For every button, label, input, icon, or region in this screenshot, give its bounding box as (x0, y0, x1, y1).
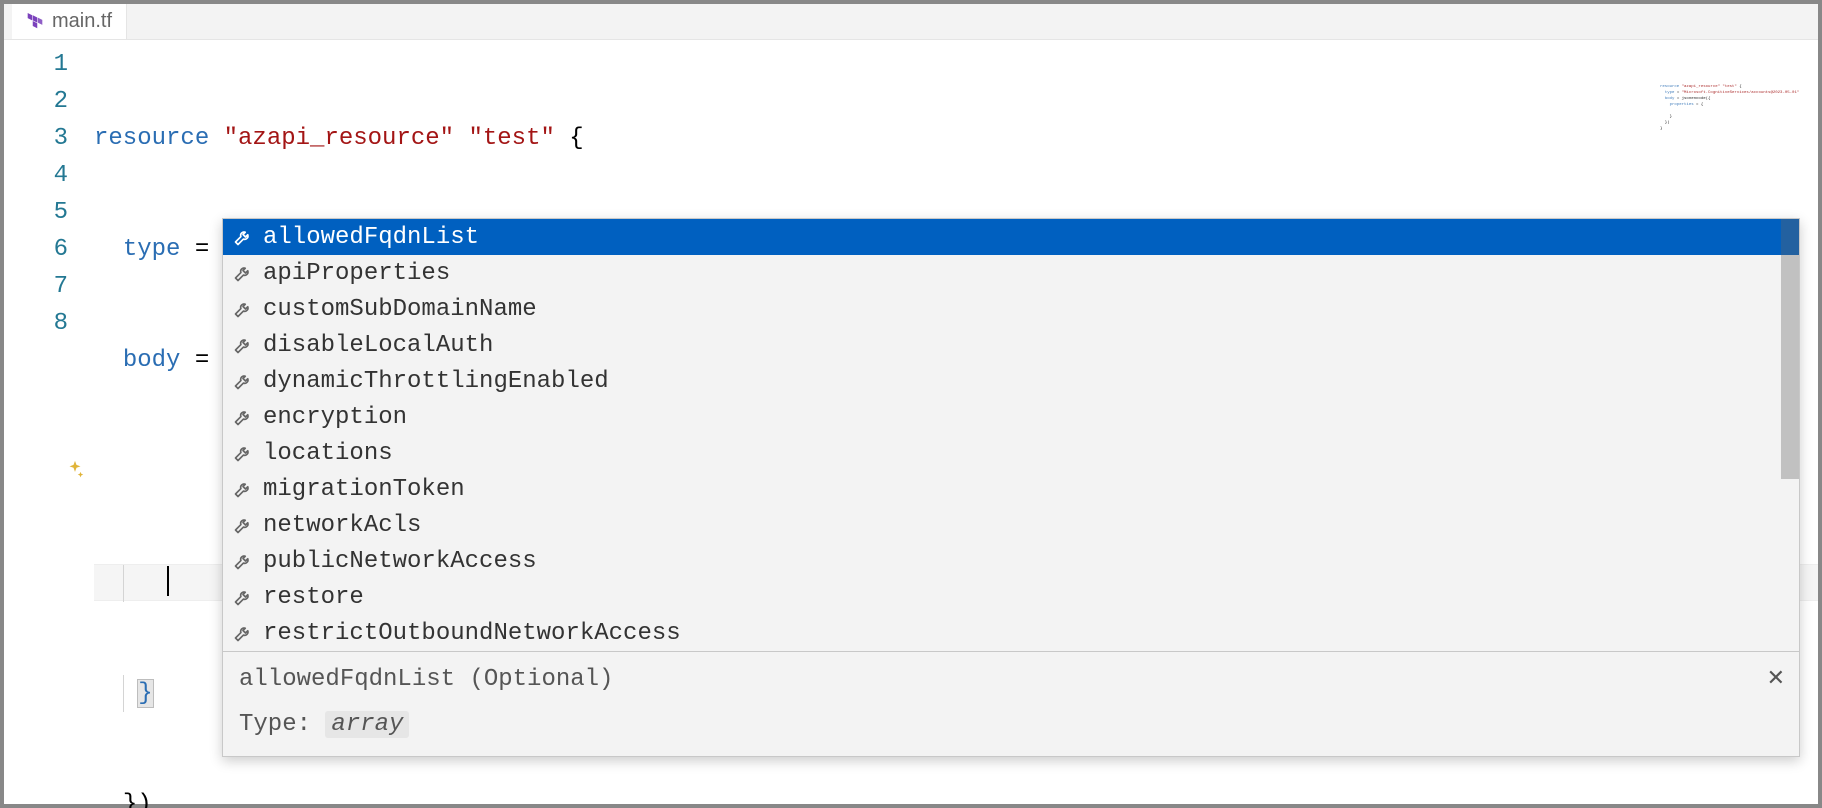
tab-bar: main.tf (4, 4, 1818, 40)
autocomplete-item-label: locations (263, 440, 393, 467)
autocomplete-item[interactable]: encryption (223, 399, 1799, 435)
autocomplete-item-label: dynamicThrottlingEnabled (263, 368, 609, 395)
terraform-icon (26, 13, 44, 31)
autocomplete-item[interactable]: disableLocalAuth (223, 327, 1799, 363)
line-number: 6 (4, 231, 68, 268)
doc-title: allowedFqdnList (Optional) (239, 666, 1783, 693)
autocomplete-item-label: disableLocalAuth (263, 332, 493, 359)
tab-main-tf[interactable]: main.tf (12, 4, 127, 39)
line-number-gutter: 1 2 3 4 5 6 7 8 (4, 40, 94, 804)
wrench-icon (233, 443, 253, 463)
wrench-icon (233, 227, 253, 247)
wrench-icon (233, 299, 253, 319)
autocomplete-popup: allowedFqdnList apiProperties customSubDom… (222, 218, 1800, 757)
wrench-icon (233, 587, 253, 607)
autocomplete-item[interactable]: restore (223, 579, 1799, 615)
line-number: 2 (4, 83, 68, 120)
autocomplete-item[interactable]: networkAcls (223, 507, 1799, 543)
autocomplete-item-label: publicNetworkAccess (263, 548, 537, 575)
autocomplete-item[interactable]: dynamicThrottlingEnabled (223, 363, 1799, 399)
wrench-icon (233, 551, 253, 571)
close-icon[interactable]: ✕ (1767, 666, 1785, 692)
autocomplete-item-label: migrationToken (263, 476, 465, 503)
scrollbar[interactable] (1781, 219, 1799, 651)
autocomplete-item-label: customSubDomainName (263, 296, 537, 323)
sparkle-icon (64, 459, 86, 481)
wrench-icon (233, 371, 253, 391)
code-line: }) (94, 786, 1818, 808)
wrench-icon (233, 263, 253, 283)
wrench-icon (233, 623, 253, 643)
wrench-icon (233, 515, 253, 535)
autocomplete-doc: ✕ allowedFqdnList (Optional) Type: array (223, 651, 1799, 756)
wrench-icon (233, 407, 253, 427)
line-number: 3 (4, 120, 68, 157)
autocomplete-item[interactable]: customSubDomainName (223, 291, 1799, 327)
autocomplete-item[interactable]: migrationToken (223, 471, 1799, 507)
autocomplete-item-label: restore (263, 584, 364, 611)
autocomplete-item[interactable]: restrictOutboundNetworkAccess (223, 615, 1799, 651)
line-number: 4 (4, 157, 68, 194)
line-number: 8 (4, 305, 68, 342)
wrench-icon (233, 335, 253, 355)
line-number: 1 (4, 46, 68, 83)
line-number: 7 (4, 268, 68, 305)
wrench-icon (233, 479, 253, 499)
line-number: 5 (4, 194, 68, 231)
text-cursor (167, 566, 169, 596)
scrollbar-thumb[interactable] (1781, 219, 1799, 479)
autocomplete-item-label: encryption (263, 404, 407, 431)
autocomplete-item-label: apiProperties (263, 260, 450, 287)
autocomplete-item-label: restrictOutboundNetworkAccess (263, 620, 681, 647)
autocomplete-item[interactable]: allowedFqdnList (223, 219, 1799, 255)
tab-filename: main.tf (52, 10, 112, 33)
autocomplete-item[interactable]: apiProperties (223, 255, 1799, 291)
autocomplete-item-label: networkAcls (263, 512, 421, 539)
autocomplete-list[interactable]: allowedFqdnList apiProperties customSubDom… (223, 219, 1799, 651)
doc-type: Type: array (239, 711, 1783, 738)
autocomplete-item-label: allowedFqdnList (263, 224, 479, 251)
autocomplete-item[interactable]: locations (223, 435, 1799, 471)
editor-window: main.tf 1 2 3 4 5 6 7 8 resource "azapi_… (0, 0, 1822, 808)
code-line: resource "azapi_resource" "test" { (94, 120, 1818, 157)
autocomplete-item[interactable]: publicNetworkAccess (223, 543, 1799, 579)
